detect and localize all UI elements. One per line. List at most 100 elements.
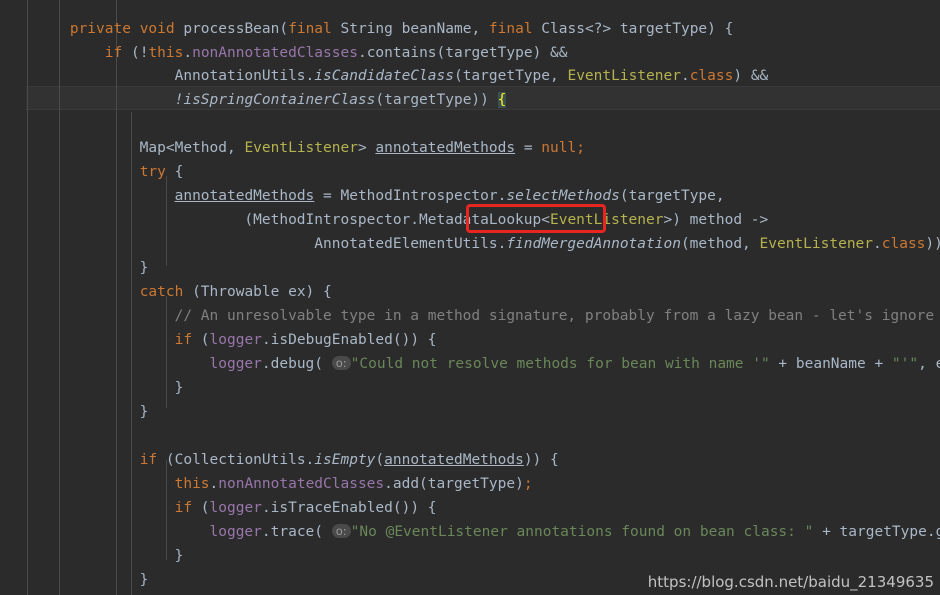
code-token: "No @EventListener annotations found on … xyxy=(350,524,814,540)
code-token: )) { xyxy=(523,452,559,468)
code-line[interactable]: AnnotationUtils.isCandidateClass(targetT… xyxy=(0,64,769,88)
code-token: (targetType)) xyxy=(375,92,498,108)
code-token: ( xyxy=(192,500,210,516)
code-token: Map<Method, xyxy=(0,140,245,156)
code-token: (CollectionUtils. xyxy=(157,452,315,468)
code-line[interactable]: } xyxy=(0,376,184,400)
code-line[interactable]: else { xyxy=(0,590,192,595)
code-token: if xyxy=(174,332,193,348)
code-line[interactable]: if (CollectionUtils.isEmpty(annotatedMet… xyxy=(0,448,559,472)
code-token: nonAnnotatedClasses xyxy=(192,45,358,61)
code-token: } xyxy=(0,548,184,564)
code-line[interactable]: if (logger.isTraceEnabled()) { xyxy=(0,496,437,520)
code-token: catch xyxy=(139,284,184,300)
code-token: class xyxy=(689,68,734,84)
code-token: try xyxy=(139,164,166,180)
code-line[interactable]: logger.trace( o: "No @EventListener annot… xyxy=(0,520,940,544)
code-line[interactable]: private void processBean(final String be… xyxy=(0,17,734,41)
code-token: this xyxy=(174,476,210,492)
code-token: void xyxy=(139,21,175,37)
code-line[interactable]: annotatedMethods = MethodIntrospector.se… xyxy=(0,184,725,208)
code-token: . xyxy=(183,45,193,61)
code-line[interactable]: !isSpringContainerClass(targetType)) { xyxy=(0,88,507,112)
code-token: .isTraceEnabled()) { xyxy=(261,500,437,516)
code-token: ) && xyxy=(733,68,769,84)
code-token: } xyxy=(0,572,149,588)
code-line[interactable]: try { xyxy=(0,160,184,184)
code-token: annotatedMethods xyxy=(174,188,315,204)
code-token: !isSpringContainerClass xyxy=(174,92,376,108)
code-token: . xyxy=(873,236,882,252)
code-token: ; xyxy=(576,140,585,156)
code-token: ( xyxy=(375,452,385,468)
code-token: final xyxy=(488,21,533,37)
code-token: EventListener xyxy=(244,140,358,156)
code-token: isCandidateClass xyxy=(314,68,454,84)
code-line[interactable]: AnnotatedElementUtils.findMergedAnnotati… xyxy=(0,232,940,256)
code-token: { xyxy=(165,164,184,180)
code-token: + beanName + xyxy=(769,356,892,372)
code-token: processBean( xyxy=(174,21,289,37)
code-token: = MethodIntrospector. xyxy=(314,188,507,204)
code-token: private xyxy=(69,21,131,37)
code-token: + targetType.getName()) xyxy=(822,524,940,540)
code-token: EventListener xyxy=(759,236,874,252)
code-token: if xyxy=(174,500,193,516)
code-token: final xyxy=(288,21,332,37)
code-line[interactable]: if (logger.isDebugEnabled()) { xyxy=(0,328,437,352)
code-token: )) xyxy=(925,236,940,252)
code-token: (targetType, xyxy=(619,188,725,204)
code-token: } xyxy=(0,260,149,276)
code-line[interactable]: } xyxy=(0,544,184,568)
code-token: if xyxy=(104,45,123,61)
code-token: null xyxy=(541,140,577,156)
code-line[interactable]: logger.debug( o: "Could not resolve metho… xyxy=(0,352,940,376)
code-token: .isDebugEnabled()) { xyxy=(261,332,437,348)
code-line[interactable]: } xyxy=(0,256,149,280)
code-token: "Could not resolve methods for bean with… xyxy=(350,356,770,372)
code-token: "'" xyxy=(891,356,919,372)
code-token: this xyxy=(148,45,184,61)
inline-parameter-hint[interactable]: o: xyxy=(331,524,351,538)
code-line[interactable]: (MethodIntrospector.MetadataLookup<Event… xyxy=(0,208,768,232)
code-line[interactable]: } xyxy=(0,400,149,424)
code-token: String beanName, xyxy=(331,21,489,37)
code-editor[interactable]: private void processBean(final String be… xyxy=(0,0,940,595)
code-token: logger xyxy=(209,500,262,516)
code-token: isEmpty xyxy=(314,452,376,468)
code-token: . xyxy=(209,476,219,492)
code-token: { xyxy=(497,92,507,108)
code-token: , ex) xyxy=(918,356,940,372)
code-line[interactable]: catch (Throwable ex) { xyxy=(0,280,332,304)
code-token: logger xyxy=(209,332,262,348)
code-line[interactable]: if (!this.nonAnnotatedClasses.contains(t… xyxy=(0,41,568,65)
code-token: = xyxy=(515,140,542,156)
code-line[interactable]: this.nonAnnotatedClasses.add(targetType)… xyxy=(0,472,533,496)
code-token: EventListener xyxy=(549,212,664,228)
watermark-url: https://blog.csdn.net/baidu_21349635 xyxy=(647,573,934,591)
code-token: } xyxy=(0,404,149,420)
code-token: (method, xyxy=(680,236,760,252)
code-token: if xyxy=(139,452,158,468)
code-line[interactable]: } xyxy=(0,568,149,592)
code-line[interactable]: // An unresolvable type in a method sign… xyxy=(0,304,940,328)
code-line[interactable]: Map<Method, EventListener> annotatedMeth… xyxy=(0,136,585,160)
code-token: } xyxy=(0,380,184,396)
code-content[interactable]: private void processBean(final String be… xyxy=(0,0,940,595)
code-token: AnnotationUtils. xyxy=(0,68,315,84)
code-token: annotatedMethods xyxy=(375,140,516,156)
code-token: nonAnnotatedClasses xyxy=(218,476,385,492)
code-token: (Throwable ex) { xyxy=(183,284,332,300)
inline-parameter-hint[interactable]: o: xyxy=(331,356,351,370)
code-token: .add(targetType) xyxy=(384,476,524,492)
